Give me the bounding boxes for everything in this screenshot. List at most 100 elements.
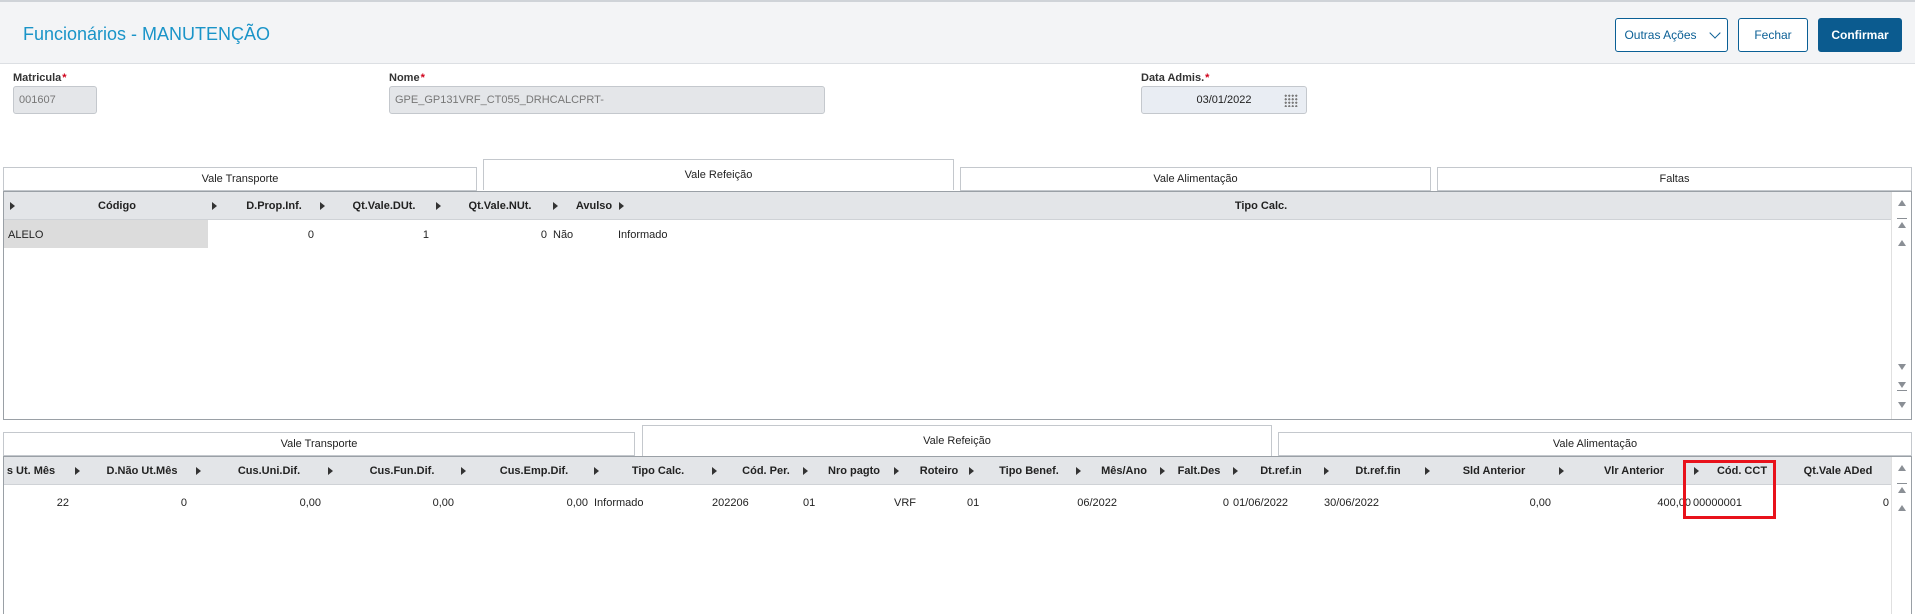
col-falt-des[interactable]: Falt.Des xyxy=(1164,457,1234,485)
cell-falt-des[interactable]: 0 xyxy=(1164,497,1229,509)
cell-vlr-anterior[interactable]: 400,00 xyxy=(1584,497,1691,509)
column-marker-icon xyxy=(1559,467,1564,475)
cod-cct-highlight xyxy=(1683,460,1776,519)
cell-qtnut[interactable]: 0 xyxy=(460,229,547,241)
column-marker-icon xyxy=(969,467,974,475)
col-cus-emp[interactable]: Cus.Emp.Dif. xyxy=(486,457,582,485)
cell-tipo-calc-b[interactable]: Informado xyxy=(594,497,644,509)
cell-tipo-benef[interactable]: 01 xyxy=(967,497,979,509)
scroll-top-bar-icon xyxy=(1897,483,1907,484)
col-mes-ano[interactable]: Mês/Ano xyxy=(1089,457,1159,485)
tab-bottom-vale-transporte[interactable]: Vale Transporte xyxy=(3,432,635,456)
cell-qtdut[interactable]: 1 xyxy=(344,229,429,241)
col-cus-uni[interactable]: Cus.Uni.Dif. xyxy=(224,457,314,485)
cell-cod-per[interactable]: 202206 xyxy=(712,497,749,509)
column-marker-icon xyxy=(320,202,325,210)
scroll-top-icon[interactable] xyxy=(1898,240,1906,246)
col-cod-per[interactable]: Cód. Per. xyxy=(726,457,806,485)
column-marker-icon xyxy=(212,202,217,210)
col-qtnut[interactable]: Qt.Vale.NUt. xyxy=(460,192,540,220)
col-vlr-anterior[interactable]: Vlr Anterior xyxy=(1584,457,1684,485)
cell-ut-mes[interactable]: 22 xyxy=(4,497,69,509)
col-dprop[interactable]: D.Prop.Inf. xyxy=(234,192,314,220)
fechar-button[interactable]: Fechar xyxy=(1738,18,1808,52)
cell-dt-ref-fin[interactable]: 30/06/2022 xyxy=(1324,497,1379,509)
cell-dt-ref-in[interactable]: 01/06/2022 xyxy=(1233,497,1288,509)
scroll-top-icon[interactable] xyxy=(1898,505,1906,511)
vertical-scrollbar-bottom[interactable] xyxy=(1891,457,1911,614)
nome-field[interactable]: GPE_GP131VRF_CT055_DRHCALCPRT- xyxy=(389,86,825,114)
cell-qt-vale-aded[interactable]: 0 xyxy=(1804,497,1889,509)
cell-codigo[interactable]: ALELO xyxy=(8,229,43,241)
app-window: Funcionários - MANUTENÇÃO Outras Ações F… xyxy=(0,0,1915,614)
scroll-top-bar-icon xyxy=(1897,218,1907,219)
beneficios-grid: Código D.Prop.Inf. Qt.Vale.DUt. Qt.Vale.… xyxy=(3,191,1912,420)
column-marker-icon xyxy=(461,467,466,475)
column-marker-icon xyxy=(894,467,899,475)
column-marker-icon xyxy=(196,467,201,475)
scroll-page-up-icon[interactable] xyxy=(1898,487,1906,493)
scroll-up-icon[interactable] xyxy=(1898,465,1906,471)
column-marker-icon xyxy=(10,202,15,210)
outras-acoes-button[interactable]: Outras Ações xyxy=(1615,18,1728,52)
scroll-page-up-icon[interactable] xyxy=(1898,222,1906,228)
cell-nro-pagto[interactable]: 01 xyxy=(803,497,815,509)
cell-tipo-calc[interactable]: Informado xyxy=(618,229,668,241)
col-codigo[interactable]: Código xyxy=(22,192,212,220)
col-tipo-calc-b[interactable]: Tipo Calc. xyxy=(618,457,698,485)
tab-vale-transporte[interactable]: Vale Transporte xyxy=(3,167,477,191)
col-ut-mes[interactable]: s Ut. Mês xyxy=(4,457,60,485)
col-nro-pagto[interactable]: Nro pagto xyxy=(814,457,894,485)
grid-header: Código D.Prop.Inf. Qt.Vale.DUt. Qt.Vale.… xyxy=(4,192,1892,220)
confirmar-button[interactable]: Confirmar xyxy=(1818,18,1902,52)
col-qt-vale-aded[interactable]: Qt.Vale ADed xyxy=(1789,457,1887,485)
calendar-icon[interactable] xyxy=(1284,94,1298,107)
column-marker-icon xyxy=(1233,467,1238,475)
page-title: Funcionários - MANUTENÇÃO xyxy=(23,24,271,44)
col-qtdut[interactable]: Qt.Vale.DUt. xyxy=(344,192,424,220)
scroll-down-icon[interactable] xyxy=(1898,364,1906,370)
cell-mes-ano[interactable]: 06/2022 xyxy=(1044,497,1117,509)
scroll-bottom-icon[interactable] xyxy=(1898,402,1906,408)
col-dt-ref-in[interactable]: Dt.ref.in xyxy=(1244,457,1318,485)
matricula-label: Matricula* xyxy=(13,72,67,84)
data-admis-field[interactable]: 03/01/2022 xyxy=(1141,86,1307,114)
vertical-scrollbar[interactable] xyxy=(1891,192,1911,419)
tab-vale-refeicao[interactable]: Vale Refeição xyxy=(483,159,954,190)
data-admis-value: 03/01/2022 xyxy=(1196,94,1252,106)
cell-avulso[interactable]: Não xyxy=(553,229,573,241)
outras-acoes-label: Outras Ações xyxy=(1624,28,1697,42)
cell-nao-ut-mes[interactable]: 0 xyxy=(99,497,187,509)
cell-dprop[interactable]: 0 xyxy=(234,229,314,241)
tab-faltas[interactable]: Faltas xyxy=(1437,167,1912,191)
cell-cus-emp[interactable]: 0,00 xyxy=(486,497,588,509)
page-header: Funcionários - MANUTENÇÃO Outras Ações F… xyxy=(0,2,1915,64)
cell-cus-fun[interactable]: 0,00 xyxy=(354,497,454,509)
cell-cus-uni[interactable]: 0,00 xyxy=(224,497,321,509)
nome-label: Nome* xyxy=(389,72,425,84)
col-cus-fun[interactable]: Cus.Fun.Dif. xyxy=(354,457,450,485)
scroll-page-down-icon[interactable] xyxy=(1898,382,1906,388)
column-marker-icon xyxy=(1425,467,1430,475)
tab-vale-alimentacao[interactable]: Vale Alimentação xyxy=(960,167,1431,191)
cell-sld-anterior[interactable]: 0,00 xyxy=(1444,497,1551,509)
column-marker-icon xyxy=(436,202,441,210)
col-roteiro[interactable]: Roteiro xyxy=(909,457,969,485)
chevron-down-icon xyxy=(1708,27,1721,39)
column-marker-icon xyxy=(712,467,717,475)
col-dt-ref-fin[interactable]: Dt.ref.fin xyxy=(1339,457,1417,485)
calculo-grid: s Ut. Mês D.Não Ut.Mês Cus.Uni.Dif. Cus.… xyxy=(3,456,1912,614)
column-marker-icon xyxy=(619,202,624,210)
scroll-up-icon[interactable] xyxy=(1898,200,1906,206)
column-marker-icon xyxy=(553,202,558,210)
col-avulso[interactable]: Avulso xyxy=(570,192,618,220)
column-marker-icon xyxy=(75,467,80,475)
col-sld-anterior[interactable]: Sld Anterior xyxy=(1444,457,1544,485)
cell-roteiro[interactable]: VRF xyxy=(864,497,916,509)
col-tipo-benef[interactable]: Tipo Benef. xyxy=(989,457,1069,485)
col-tipo-calc[interactable]: Tipo Calc. xyxy=(630,192,1892,220)
tab-bottom-vale-refeicao[interactable]: Vale Refeição xyxy=(642,425,1272,456)
col-nao-ut-mes[interactable]: D.Não Ut.Mês xyxy=(99,457,185,485)
tab-bottom-vale-alimentacao[interactable]: Vale Alimentação xyxy=(1278,432,1912,456)
matricula-field[interactable]: 001607 xyxy=(13,86,97,114)
